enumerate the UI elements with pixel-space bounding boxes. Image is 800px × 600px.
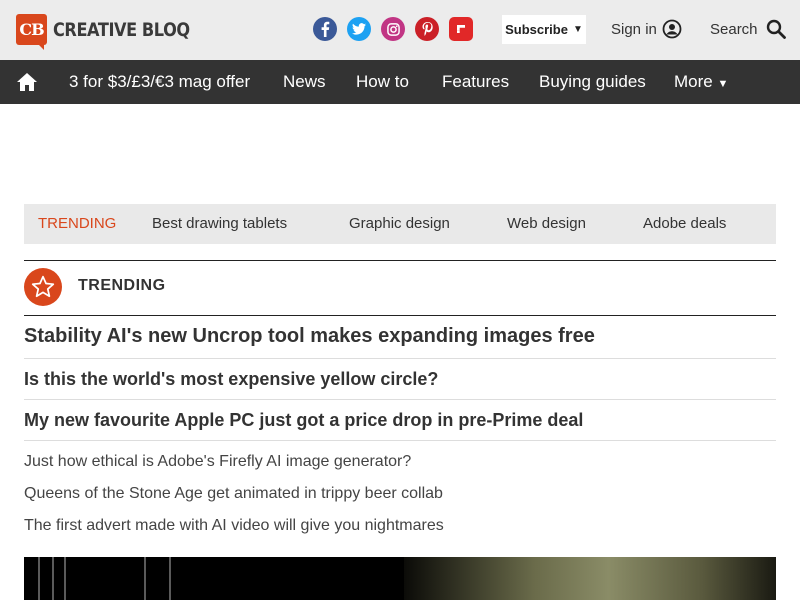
article-link[interactable]: The first advert made with AI video will… [24, 517, 444, 535]
nav-item-how-to[interactable]: How to [356, 72, 409, 92]
nav-item-features[interactable]: Features [442, 72, 509, 92]
divider [24, 260, 776, 261]
article-link[interactable]: Just how ethical is Adobe's Firefly AI i… [24, 453, 411, 471]
more-label: More [674, 72, 713, 91]
caret-down-icon: ▼ [717, 78, 729, 90]
trending-link-drawing-tablets[interactable]: Best drawing tablets [152, 215, 287, 232]
main-nav: 3 for $3/£3/€3 mag offer News How to Fea… [0, 60, 800, 104]
divider [24, 358, 776, 359]
headline-link[interactable]: Is this the world's most expensive yello… [24, 369, 438, 390]
pinterest-icon[interactable] [415, 17, 439, 41]
hero-image[interactable] [24, 557, 776, 600]
sign-in-label: Sign in [611, 20, 657, 38]
divider [24, 315, 776, 316]
subscribe-button[interactable]: Subscribe ▼ [502, 15, 586, 44]
hero-decor [38, 557, 40, 600]
site-header: CB CREATIVE BLOQ Subscribe ▼ Sign in Sea… [0, 0, 800, 60]
search-icon [766, 19, 786, 39]
home-icon[interactable] [16, 71, 38, 93]
hero-decor [64, 557, 66, 600]
facebook-icon[interactable] [313, 17, 337, 41]
flipboard-icon[interactable] [449, 17, 473, 41]
hero-glow [404, 557, 776, 600]
headline-link[interactable]: My new favourite Apple PC just got a pri… [24, 410, 583, 431]
trending-link-web-design[interactable]: Web design [507, 215, 586, 232]
logo-text: CREATIVE BLOQ [53, 18, 190, 41]
divider [24, 399, 776, 400]
subscribe-label: Subscribe [505, 22, 568, 37]
user-icon [662, 19, 682, 39]
logo-badge: CB [16, 14, 47, 50]
search-button[interactable]: Search [710, 19, 786, 39]
nav-item-buying-guides[interactable]: Buying guides [539, 72, 646, 92]
hero-decor [169, 557, 171, 600]
social-links [313, 17, 473, 41]
divider [24, 440, 776, 441]
trending-link-graphic-design[interactable]: Graphic design [349, 215, 450, 232]
instagram-icon[interactable] [381, 17, 405, 41]
headline-link[interactable]: Stability AI's new Uncrop tool makes exp… [24, 325, 595, 348]
trending-link-adobe-deals[interactable]: Adobe deals [643, 215, 726, 232]
hero-decor [144, 557, 146, 600]
star-icon [24, 268, 62, 306]
trending-heading: TRENDING [78, 277, 166, 294]
chevron-down-icon: ▼ [572, 24, 583, 35]
trending-bar: TRENDING Best drawing tablets Graphic de… [24, 204, 776, 244]
twitter-icon[interactable] [347, 17, 371, 41]
trending-bar-label: TRENDING [38, 215, 117, 232]
site-logo[interactable]: CB CREATIVE BLOQ [16, 14, 214, 50]
search-label: Search [710, 20, 758, 38]
hero-decor [52, 557, 54, 600]
nav-item-more[interactable]: More ▼ [674, 72, 728, 92]
sign-in-button[interactable]: Sign in [611, 19, 682, 39]
article-link[interactable]: Queens of the Stone Age get animated in … [24, 485, 443, 503]
nav-item-mag-offer[interactable]: 3 for $3/£3/€3 mag offer [69, 72, 250, 92]
nav-item-news[interactable]: News [283, 72, 326, 92]
